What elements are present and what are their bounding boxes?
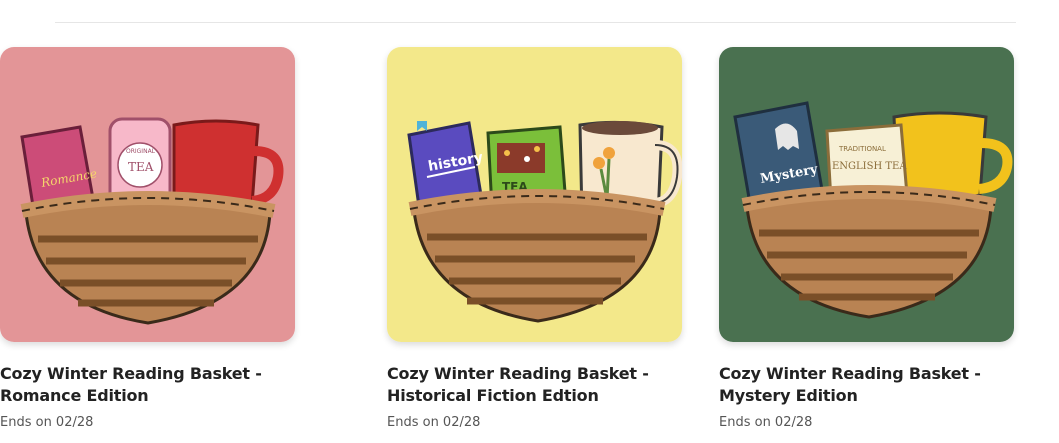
history-tea-basket-icon: history TEA	[387, 47, 682, 342]
top-divider	[55, 22, 1016, 23]
svg-text:ORIGINAL: ORIGINAL	[126, 148, 156, 155]
product-card-historical[interactable]: history TEA Cozy Winter Reading Basket -…	[387, 47, 683, 430]
svg-text:ENGLISH TEA: ENGLISH TEA	[832, 161, 907, 172]
svg-text:TEA: TEA	[128, 160, 154, 174]
product-card-mystery[interactable]: Mystery TRADITIONAL ENGLISH TEA Cozy Win…	[719, 47, 1015, 430]
romance-tea-basket-icon: Romance ORIGINAL TEA	[0, 47, 295, 342]
svg-text:TRADITIONAL: TRADITIONAL	[838, 145, 886, 153]
ends-date: Ends on 02/28	[387, 415, 481, 430]
product-image[interactable]: Mystery TRADITIONAL ENGLISH TEA	[719, 47, 1014, 342]
product-card-romance[interactable]: Romance ORIGINAL TEA Cozy Winter Reading…	[0, 47, 296, 430]
product-image[interactable]: Romance ORIGINAL TEA	[0, 47, 295, 342]
ends-date: Ends on 02/28	[719, 415, 813, 430]
ends-date: Ends on 02/28	[0, 415, 94, 430]
product-title[interactable]: Cozy Winter Reading Basket - Historical …	[387, 363, 683, 407]
product-image[interactable]: history TEA	[387, 47, 682, 342]
mystery-tea-basket-icon: Mystery TRADITIONAL ENGLISH TEA	[719, 47, 1014, 342]
product-title[interactable]: Cozy Winter Reading Basket - Mystery Edi…	[719, 363, 1015, 407]
product-title[interactable]: Cozy Winter Reading Basket - Romance Edi…	[0, 363, 296, 407]
